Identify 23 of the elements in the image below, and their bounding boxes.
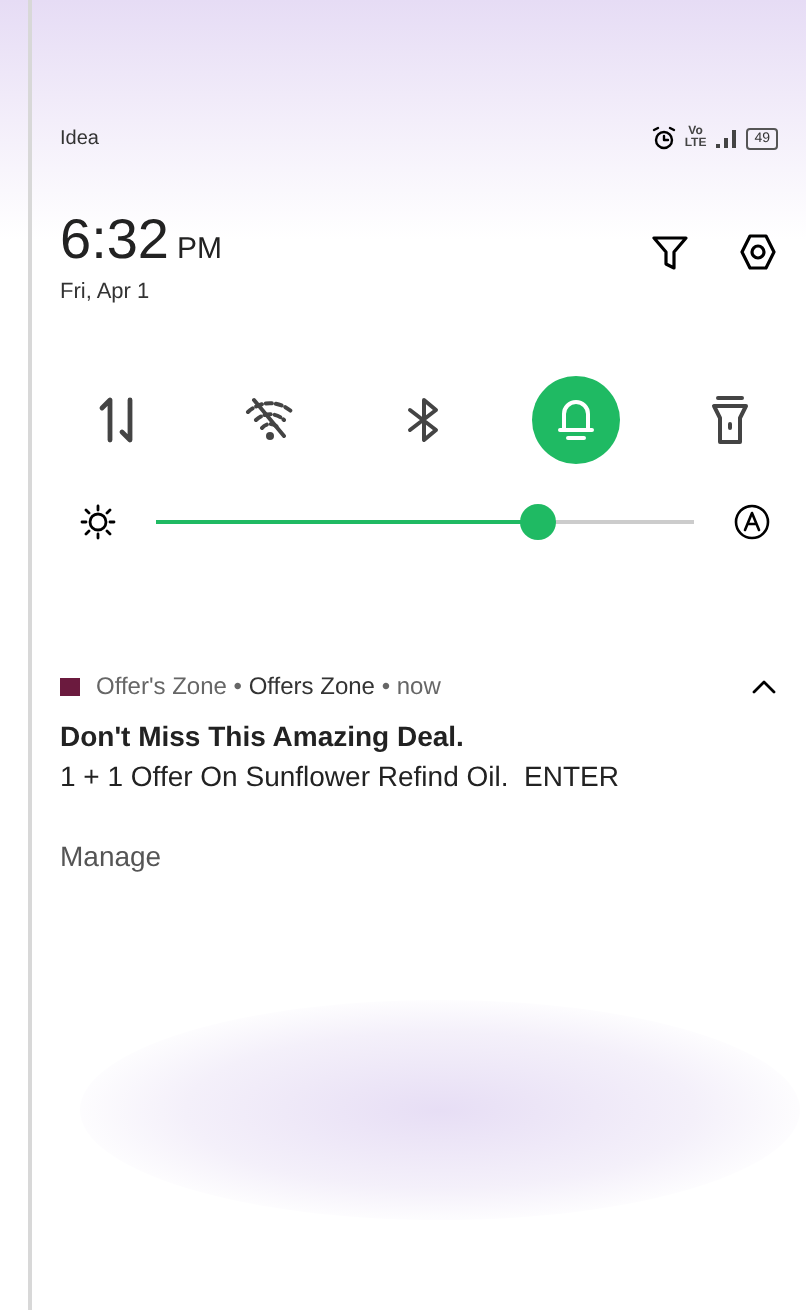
alarm-icon [652, 126, 677, 150]
filter-icon[interactable] [650, 232, 690, 272]
auto-brightness-icon[interactable] [734, 504, 770, 540]
notification-header: Offer's Zone • Offers Zone • now [96, 672, 443, 700]
quick-setting-tile[interactable] [532, 376, 621, 464]
settings-icon[interactable] [738, 232, 778, 272]
bell-icon [554, 396, 599, 444]
notification-body: 1 + 1 Offer On Sunflower Refind Oil. ENTER [60, 760, 621, 792]
signal-icon [714, 128, 739, 148]
carrier-name: Idea [60, 127, 99, 149]
date-text: Fri, Apr 1 [60, 280, 152, 304]
app-icon [60, 677, 80, 695]
bluetooth-icon [403, 396, 443, 444]
brightness-icon [80, 504, 116, 540]
collapse-chevron-icon[interactable] [750, 676, 778, 696]
data-arrows-icon [94, 396, 138, 444]
clock-meridiem: PM [177, 232, 222, 266]
manage-button[interactable]: Manage [60, 840, 162, 872]
slider-thumb[interactable] [519, 504, 556, 540]
notification-title: Don't Miss This Amazing Deal. [60, 720, 466, 752]
wifi-off-icon [243, 396, 296, 444]
clock-time: 6:32 [60, 208, 169, 270]
flashlight-icon [710, 394, 750, 446]
